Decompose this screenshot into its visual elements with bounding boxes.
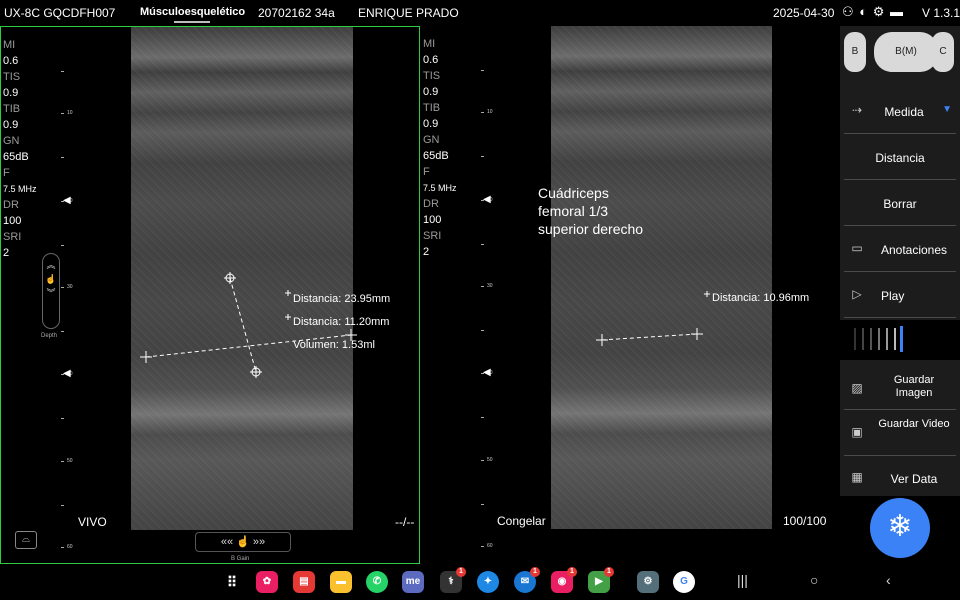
flower-app-icon[interactable]: ✿ [256, 571, 278, 593]
patient-id: 20702162 34a [258, 6, 335, 20]
menu-borrar[interactable]: Borrar [844, 182, 956, 226]
menu-distancia[interactable]: Distancia [844, 136, 956, 180]
menu-anotaciones[interactable]: ▭ Anotaciones [844, 228, 956, 272]
cine-status: --/-- [395, 515, 415, 529]
caliper-cross-icon [596, 334, 608, 346]
menu-label: Anotaciones [880, 243, 948, 257]
image-icon: ▨ [851, 381, 863, 395]
menu-label: Distancia [875, 151, 925, 165]
menu-play[interactable]: ▷ Play [844, 274, 956, 318]
measurement-distance-1: Distancia: 23.95mm [293, 293, 391, 305]
mode-selector: B B(M) C [840, 26, 960, 82]
date: 2025-04-30 [773, 6, 835, 20]
live-status: VIVO [78, 515, 107, 529]
menu-guardar-imagen[interactable]: ▨ Guardar Imagen [844, 368, 956, 410]
menu-label: Play [881, 289, 905, 303]
cine-slider[interactable] [840, 320, 960, 360]
patient-name: ENRIQUE PRADO [358, 6, 459, 20]
caliper-point-icon [224, 272, 236, 284]
menu-medida[interactable]: ⇢ Medida ▼ [844, 90, 956, 134]
menu-ver-data[interactable]: ▦ Ver Data [844, 458, 956, 492]
menu-guardar-video[interactable]: ▣ Guardar Video [844, 412, 956, 456]
mode-bm-button[interactable]: B(M) [874, 32, 938, 72]
menu-label: Borrar [883, 197, 917, 211]
notification-badge: 1 [530, 567, 540, 577]
status-bar: UX-8C GQCDFH007 Músculoesquelético 20702… [0, 0, 960, 26]
device-id: UX-8C GQCDFH007 [4, 6, 116, 20]
me-app-icon[interactable]: me [402, 571, 424, 593]
exam-type[interactable]: Músculoesquelético [140, 6, 245, 18]
navigation-bar: ⠿ ✿ ▤ ▬ ✆ me ⚕ 1 ✦ ✉ 1 ◉ 1 ▶ 1 ⚙ G ||| ○ ‹ [0, 564, 960, 600]
frame-counter: 100/100 [783, 514, 827, 528]
menu-label: Guardar Imagen [893, 374, 935, 399]
play-store-icon[interactable]: ▶ 1 [588, 567, 614, 593]
messages-app-icon[interactable]: ✉ 1 [514, 567, 540, 593]
b-gain-control[interactable]: «« ☝ »» [195, 532, 291, 552]
ultrasound-app-icon[interactable]: ⚕ 1 [440, 567, 466, 593]
comment-icon: ▭ [851, 241, 863, 255]
caliper-small-icon [285, 290, 291, 296]
mode-c-button[interactable]: C [932, 32, 954, 72]
table-icon: ▦ [851, 470, 863, 484]
home-key-icon[interactable]: ○ [810, 572, 818, 588]
left-image-panel[interactable]: MI 0.6 TIS 0.9 TIB 0.9 GN 65dB F 7.5 MHz DR 10… [0, 26, 420, 564]
dropdown-arrow-icon[interactable]: ▼ [942, 104, 952, 115]
cine-position-marker [900, 326, 903, 352]
freeze-button[interactable]: ❄ [870, 498, 930, 558]
probe-icon[interactable]: ⌓ [15, 531, 37, 549]
caliper-point-icon [250, 366, 262, 378]
menu-label: Medida [884, 105, 924, 119]
recents-key-icon[interactable]: ||| [737, 572, 748, 588]
right-image-panel[interactable]: MI 0.6 TIS 0.9 TIB 0.9 GN 65dB F 7.5 MHz DR 10… [421, 26, 838, 564]
exam-underline [174, 21, 210, 23]
status-icons[interactable]: ⚇ ◐ ⚙ ▬ [842, 4, 904, 20]
caliper-cross-icon [140, 351, 152, 363]
notification-badge: 1 [456, 567, 466, 577]
version: V 1.3.1 [922, 6, 960, 20]
snowflake-icon: ❄ [887, 510, 913, 543]
menu-label: Guardar Video [878, 418, 950, 430]
google-app-icon[interactable]: G [673, 571, 695, 593]
notes-app-icon[interactable]: ▤ [293, 571, 315, 593]
b-gain-label: B Gain [231, 556, 250, 562]
measurement-distance: Distancia: 10.96mm [712, 292, 810, 304]
mode-b-button[interactable]: B [844, 32, 866, 72]
whatsapp-icon[interactable]: ✆ [366, 571, 388, 593]
distance-line-1 [229, 277, 257, 373]
notification-badge: 1 [604, 567, 614, 577]
settings-app-icon[interactable]: ⚙ [637, 571, 659, 593]
control-sidebar: B B(M) C ⇢ Medida ▼ Distancia Borrar ▭ A… [840, 26, 960, 564]
caliper-small-icon [285, 314, 291, 320]
notification-badge: 1 [567, 567, 577, 577]
menu-label: Ver Data [890, 472, 938, 486]
frozen-status: Congelar [497, 514, 546, 528]
caliper-cross-icon [691, 328, 703, 340]
back-key-icon[interactable]: ‹ [886, 572, 891, 588]
measurement-volume: Volumen: 1.53ml [293, 339, 375, 351]
assistant-app-icon[interactable]: ✦ [477, 571, 499, 593]
play-icon: ▷ [852, 287, 862, 301]
files-app-icon[interactable]: ▬ [330, 571, 352, 593]
video-icon: ▣ [851, 425, 863, 439]
apps-grid-icon[interactable]: ⠿ [221, 571, 243, 593]
caliper-small-icon [704, 291, 710, 297]
camera-app-icon[interactable]: ◉ 1 [551, 567, 577, 593]
distance-line [601, 333, 698, 341]
measurement-distance-2: Distancia: 11.20mm [293, 316, 390, 328]
freeze-area: ❄ [840, 496, 960, 564]
